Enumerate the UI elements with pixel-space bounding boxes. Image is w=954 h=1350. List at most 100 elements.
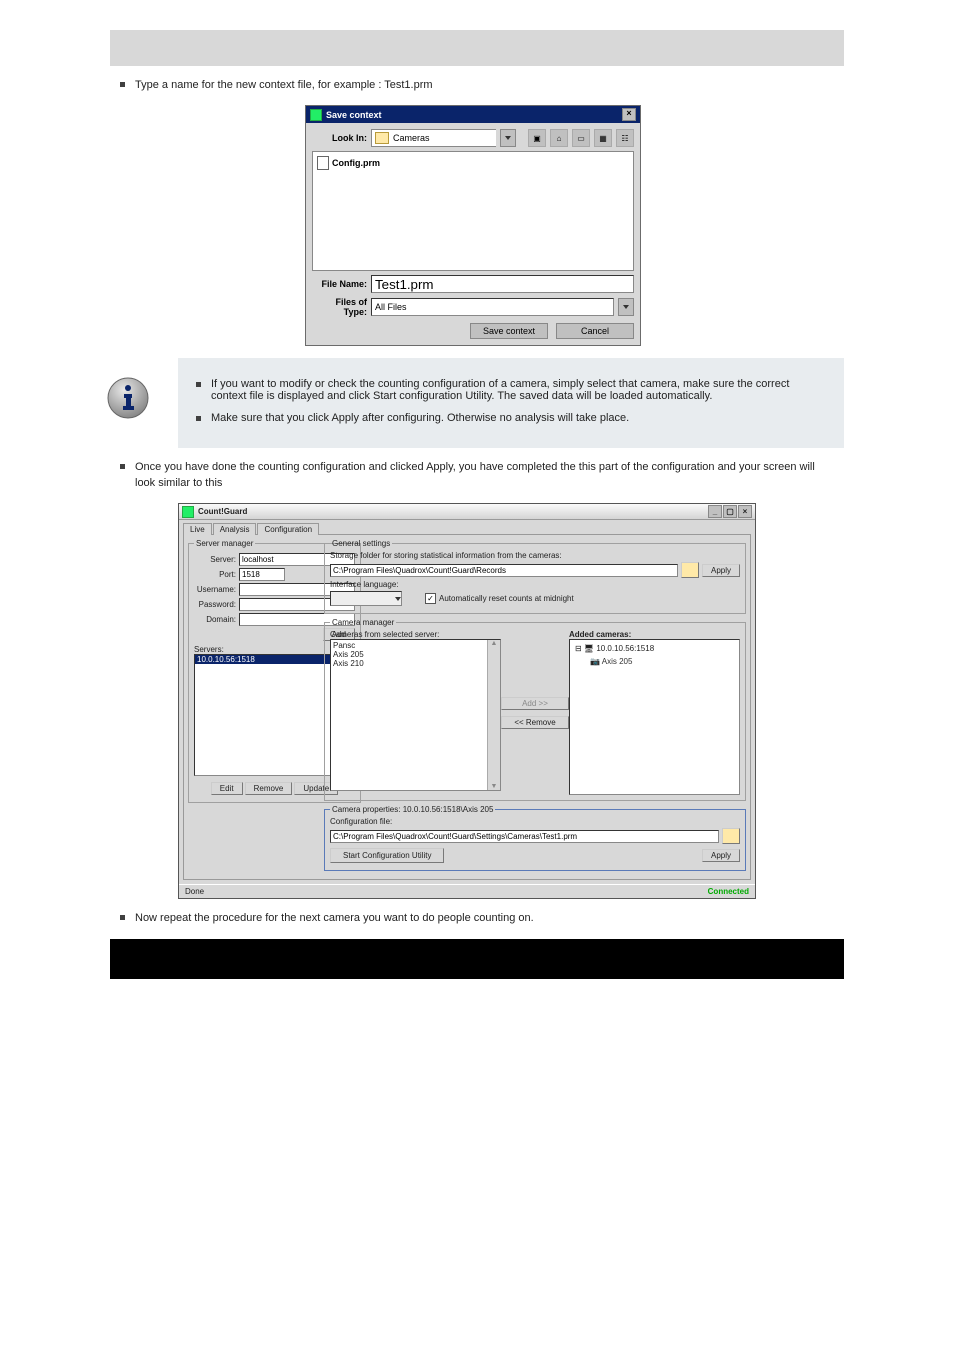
domain-label: Domain: [194,615,236,624]
camera-properties-legend: Camera properties: 10.0.10.56:1518\Axis … [330,805,495,814]
added-cameras-label: Added cameras: [569,630,740,639]
file-item[interactable]: Config.prm [317,156,629,170]
list-item[interactable]: Axis 205 [333,650,485,659]
add-camera-button[interactable]: Add >> [501,697,569,710]
chevron-down-icon [505,136,511,140]
bullet-marker [196,382,201,387]
general-settings-legend: General settings [330,539,392,548]
close-icon[interactable]: × [738,505,752,518]
camera-apply-button[interactable]: Apply [702,849,740,862]
tab-analysis[interactable]: Analysis [213,523,257,535]
config-panel: Server manager Server: Port: Username: P… [183,534,751,880]
close-icon[interactable]: × [622,108,636,121]
general-apply-button[interactable]: Apply [702,564,740,577]
cameras-from-label: Cameras from selected server: [330,630,501,639]
window-title: Count!Guard [198,507,247,516]
added-cameras-tree[interactable]: ⊟ 🖥 10.0.10.56:1518 📷 Axis 205 [569,639,740,795]
bullet-row: Once you have done the counting configur… [120,460,954,491]
list-item[interactable]: Axis 210 [333,659,485,668]
config-file-input[interactable] [330,830,719,843]
port-input[interactable] [239,568,285,581]
document-icon [317,156,329,170]
bullet-marker [120,464,125,469]
checkbox-icon: ✓ [425,593,436,604]
tab-configuration[interactable]: Configuration [257,523,319,535]
auto-reset-checkbox[interactable]: ✓ Automatically reset counts at midnight [425,593,574,604]
maximize-icon[interactable]: ▢ [723,505,737,518]
countguard-window: Count!Guard _ ▢ × Live Analysis Configur… [178,503,756,899]
language-label: Interface language: [330,580,399,589]
home-icon[interactable]: ⌂ [550,129,568,147]
browse-icon[interactable] [681,562,699,578]
detail-view-icon[interactable]: ☷ [616,129,634,147]
window-titlebar: Count!Guard _ ▢ × [179,504,755,520]
scroll-up-icon[interactable]: ▲ [491,640,498,647]
files-type-dropdown[interactable] [618,298,634,316]
files-type-select[interactable]: All Files [371,298,614,316]
camera-manager-legend: Camera manager [330,618,396,627]
storage-label: Storage folder for storing statistical i… [330,551,740,560]
info-bullet-1: If you want to modify or check the count… [196,378,826,402]
camera-properties-group: Camera properties: 10.0.10.56:1518\Axis … [324,805,746,871]
info-icon [106,376,150,420]
server-label: Server: [194,555,236,564]
app-icon [182,506,194,518]
bullet-row: Type a name for the new context file, fo… [120,78,954,93]
minimize-icon[interactable]: _ [708,505,722,518]
status-text: Done [185,887,204,896]
available-cameras-list[interactable]: Pansc Axis 205 Axis 210 ▲ ▼ [330,639,501,791]
tree-root[interactable]: ⊟ 🖥 10.0.10.56:1518 [572,642,737,655]
final-text: Now repeat the procedure for the next ca… [135,911,534,926]
info-bullet-2: Make sure that you click Apply after con… [196,412,826,424]
save-context-dialog: Save context × Look In: Cameras ▣ ⌂ ▭ ▦ … [305,105,641,346]
list-view-icon[interactable]: ▦ [594,129,612,147]
look-in-select[interactable]: Cameras [371,129,496,147]
look-in-value: Cameras [393,133,430,143]
tree-child[interactable]: 📷 Axis 205 [572,655,737,668]
scroll-down-icon[interactable]: ▼ [491,783,498,790]
tab-bar: Live Analysis Configuration [179,520,755,534]
intro-text: Type a name for the new context file, fo… [135,78,433,93]
password-label: Password: [194,600,236,609]
language-select[interactable] [330,591,402,606]
start-config-utility-button[interactable]: Start Configuration Utility [330,848,444,863]
file-area[interactable]: Config.prm [312,151,634,271]
bullet-row: Now repeat the procedure for the next ca… [120,911,954,926]
username-label: Username: [194,585,236,594]
info-text-2: Make sure that you click Apply after con… [211,412,629,424]
auto-reset-label: Automatically reset counts at midnight [439,594,574,603]
remove-camera-button[interactable]: << Remove [501,716,569,729]
edit-button[interactable]: Edit [211,782,243,795]
app-icon [310,109,322,121]
scrollbar[interactable]: ▲ ▼ [487,640,500,790]
bullet-marker [196,416,201,421]
tab-live[interactable]: Live [183,523,212,535]
connection-status: Connected [708,887,749,896]
storage-path-input[interactable] [330,564,678,577]
port-label: Port: [194,570,236,579]
info-note: If you want to modify or check the count… [178,358,844,448]
look-in-label: Look In: [312,133,367,143]
browse-icon[interactable] [722,828,740,844]
footer-bar [110,939,844,979]
list-item[interactable]: Pansc [333,641,485,650]
chevron-down-icon [623,305,629,309]
info-text-1: If you want to modify or check the count… [211,378,826,402]
new-folder-icon[interactable]: ▭ [572,129,590,147]
file-name-label: File Name: [312,279,367,289]
files-type-value: All Files [375,302,407,312]
bullet-marker [120,82,125,87]
remove-button[interactable]: Remove [245,782,293,795]
folder-icon [375,132,389,144]
look-in-dropdown[interactable] [500,129,516,147]
files-type-label: Files of Type: [312,297,367,317]
config-file-label: Configuration file: [330,817,740,826]
header-bar [110,30,844,66]
file-name-input[interactable] [371,275,634,293]
cancel-button[interactable]: Cancel [556,323,634,339]
save-context-button[interactable]: Save context [470,323,548,339]
up-folder-icon[interactable]: ▣ [528,129,546,147]
bullet-marker [120,915,125,920]
server-manager-legend: Server manager [194,539,255,548]
status-bar: Done Connected [179,884,755,898]
